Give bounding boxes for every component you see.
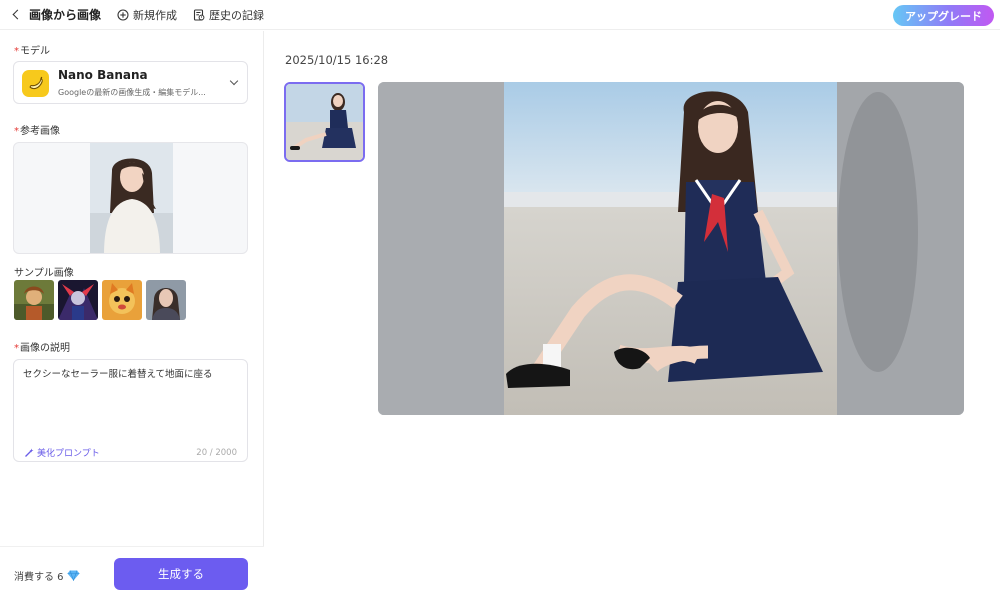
banana-icon bbox=[22, 70, 49, 97]
plus-circle-icon bbox=[117, 8, 129, 21]
thumbnail-image bbox=[286, 84, 363, 160]
generated-photo bbox=[378, 82, 964, 415]
generate-button[interactable]: 生成する bbox=[114, 558, 248, 590]
reference-label: *参考画像 bbox=[14, 126, 60, 137]
beautify-label: 美化プロンプト bbox=[37, 449, 100, 459]
credit-cost: 消費する 6 bbox=[14, 568, 80, 583]
character-counter: 20 / 2000 bbox=[196, 448, 237, 458]
back-button[interactable]: 画像から画像 bbox=[12, 6, 102, 23]
chevron-down-icon bbox=[229, 76, 239, 86]
reference-image bbox=[90, 143, 173, 253]
result-timestamp: 2025/10/15 16:28 bbox=[285, 53, 389, 67]
model-description: Googleの最新の画像生成・編集モデル... bbox=[58, 88, 206, 97]
sample-image[interactable] bbox=[146, 280, 186, 320]
consume-label: 消費する 6 bbox=[14, 572, 64, 583]
generate-bar: 消費する 6 生成する bbox=[0, 546, 264, 601]
description-input[interactable]: セクシーなセーラー服に着替えて地面に座る 美化プロンプト 20 / 2000 bbox=[13, 359, 248, 462]
settings-panel: *モデル Nano Banana Googleの最新の画像生成・編集モデル...… bbox=[0, 31, 264, 601]
back-label: 画像から画像 bbox=[29, 8, 102, 22]
result-image[interactable] bbox=[378, 82, 964, 415]
result-thumbnail[interactable] bbox=[284, 82, 365, 162]
history-button[interactable]: 歴史の記録 bbox=[193, 7, 264, 23]
sample-images bbox=[14, 280, 186, 320]
history-icon bbox=[193, 8, 205, 21]
description-text: セクシーなセーラー服に着替えて地面に座る bbox=[23, 369, 213, 380]
diamond-icon bbox=[67, 570, 80, 581]
chevron-left-icon bbox=[12, 9, 23, 20]
upgrade-button[interactable]: アップグレード bbox=[893, 5, 994, 26]
new-label: 新規作成 bbox=[133, 8, 178, 22]
samples-label: サンプル画像 bbox=[14, 268, 74, 279]
sample-image[interactable] bbox=[14, 280, 54, 320]
top-bar: 画像から画像 新規作成 歴史の記録 アップグレード bbox=[0, 0, 1000, 30]
new-button[interactable]: 新規作成 bbox=[117, 7, 177, 23]
magic-wand-icon bbox=[25, 448, 34, 457]
reference-image-upload[interactable] bbox=[13, 142, 248, 254]
history-label: 歴史の記録 bbox=[209, 8, 265, 22]
model-select[interactable]: Nano Banana Googleの最新の画像生成・編集モデル... bbox=[13, 61, 248, 104]
sample-image[interactable] bbox=[102, 280, 142, 320]
model-name: Nano Banana bbox=[58, 68, 148, 82]
beautify-prompt-button[interactable]: 美化プロンプト bbox=[24, 446, 100, 459]
model-label: *モデル bbox=[14, 46, 50, 57]
sample-image[interactable] bbox=[58, 280, 98, 320]
description-label: *画像の説明 bbox=[14, 343, 70, 354]
